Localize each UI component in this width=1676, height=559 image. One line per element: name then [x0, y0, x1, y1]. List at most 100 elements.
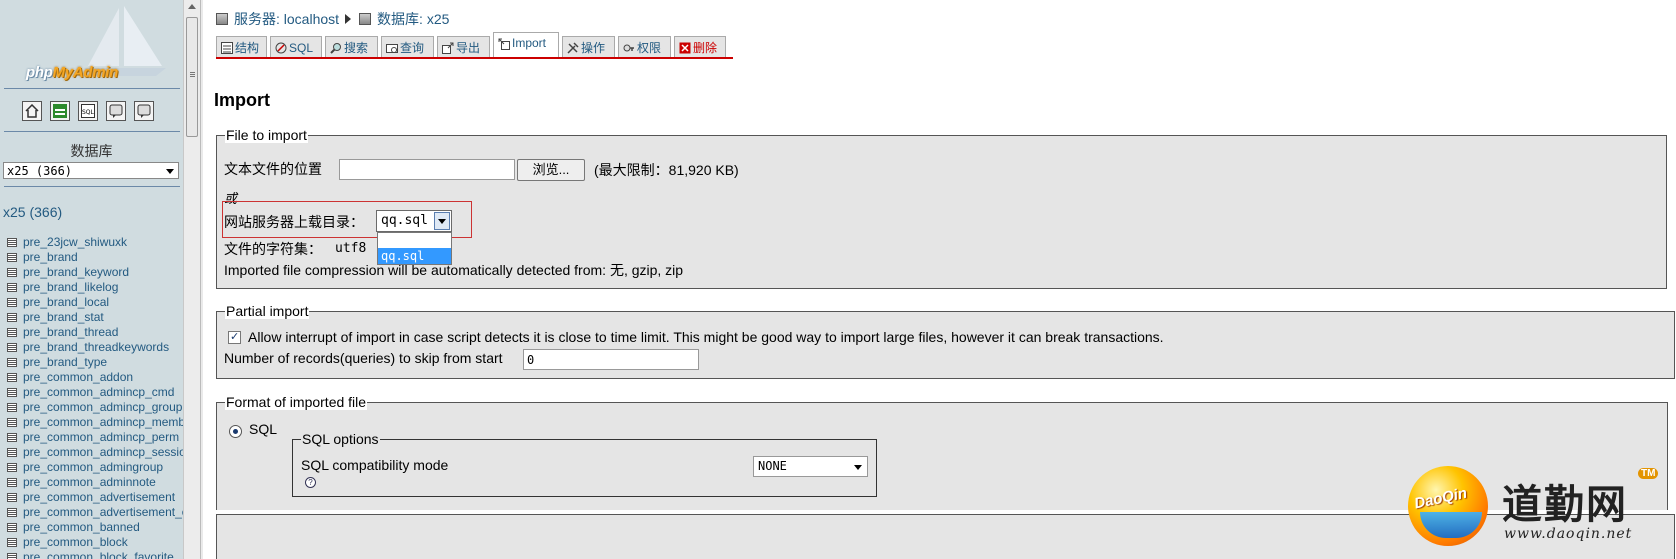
table-list-item[interactable]: pre_common_admincp_member: [7, 415, 183, 430]
sql-format-label: SQL: [249, 421, 278, 437]
charset-select[interactable]: utf8: [335, 241, 366, 256]
table-list-item[interactable]: pre_common_adminnote: [7, 475, 183, 490]
database-icon: [359, 13, 372, 25]
tab-query[interactable]: 查询: [381, 36, 434, 58]
database-name-link[interactable]: x25 (366): [3, 204, 62, 220]
docs-icon[interactable]: [106, 101, 126, 121]
help-icon[interactable]: ?: [305, 477, 316, 488]
daoqin-watermark: DaoQin 道勤网 TM www.daoqin.net: [1400, 456, 1670, 559]
sql-compat-select[interactable]: NONE: [753, 456, 868, 477]
table-list-item[interactable]: pre_common_banned: [7, 520, 183, 535]
sql-icon[interactable]: SQL: [78, 101, 98, 121]
table-icon[interactable]: [7, 388, 17, 397]
table-icon[interactable]: [7, 553, 17, 559]
table-list-item[interactable]: pre_brand: [7, 250, 183, 265]
database-select[interactable]: x25 (366): [3, 162, 179, 179]
table-icon[interactable]: [7, 238, 17, 247]
table-icon[interactable]: [7, 403, 17, 412]
table-list-item[interactable]: pre_brand_stat: [7, 310, 183, 325]
table-icon[interactable]: [7, 493, 17, 502]
import-icon: [498, 38, 510, 50]
search-icon: [330, 43, 341, 54]
svg-text:SQL: SQL: [82, 109, 95, 116]
table-list-item[interactable]: pre_common_admincp_perm: [7, 430, 183, 445]
table-list-item[interactable]: pre_common_addon: [7, 370, 183, 385]
table-list-item[interactable]: pre_brand_thread: [7, 325, 183, 340]
browse-button[interactable]: 浏览...: [517, 159, 585, 181]
upload-dir-select[interactable]: qq.sql: [376, 210, 452, 232]
watermark-url: www.daoqin.net: [1504, 526, 1633, 542]
table-icon[interactable]: [7, 373, 17, 382]
table-icon[interactable]: [7, 508, 17, 517]
tab-import[interactable]: Import: [493, 32, 559, 58]
table-list-item[interactable]: pre_common_block: [7, 535, 183, 550]
tab-export[interactable]: 导出: [437, 36, 490, 58]
table-list-item[interactable]: pre_common_admincp_group: [7, 400, 183, 415]
scroll-up-icon[interactable]: [188, 4, 196, 9]
table-icon[interactable]: [7, 253, 17, 262]
table-list-item[interactable]: pre_common_advertisement: [7, 490, 183, 505]
chevron-down-icon[interactable]: [434, 212, 450, 230]
table-icon[interactable]: [7, 523, 17, 532]
sql-format-radio[interactable]: [229, 425, 242, 438]
table-icon[interactable]: [7, 328, 17, 337]
table-icon[interactable]: [7, 478, 17, 487]
logo-text: phpMyAdmin: [26, 64, 118, 81]
divider: [4, 186, 180, 187]
file-location-label: 文本文件的位置: [224, 161, 322, 177]
tab-privileges[interactable]: 权限: [618, 36, 671, 58]
tab-sql[interactable]: SQL: [270, 36, 322, 58]
table-list-item[interactable]: pre_brand_threadkeywords: [7, 340, 183, 355]
allow-interrupt-checkbox[interactable]: [228, 330, 241, 344]
chevron-down-icon: [854, 465, 862, 470]
tab-structure[interactable]: 结构: [216, 36, 267, 58]
file-to-import-fieldset: File to import 文本文件的位置 浏览... (最大限制：81,92…: [216, 127, 1667, 289]
scrollbar-thumb[interactable]: [186, 17, 198, 137]
skip-records-input[interactable]: [523, 349, 699, 370]
compression-note: Imported file compression will be automa…: [224, 262, 684, 278]
watermark-brand-name: 道勤网: [1502, 481, 1628, 528]
table-list-item[interactable]: pre_brand_likelog: [7, 280, 183, 295]
table-icon[interactable]: [7, 448, 17, 457]
table-icon[interactable]: [7, 343, 17, 352]
file-location-input[interactable]: [339, 159, 515, 180]
server-icon: [216, 13, 228, 25]
query-icon: [386, 44, 398, 53]
breadcrumb-database[interactable]: 数据库: x25: [377, 11, 449, 27]
table-list-item[interactable]: pre_common_admincp_cmd: [7, 385, 183, 400]
table-list-item[interactable]: pre_common_advertisement_custom: [7, 505, 183, 520]
table-list-item[interactable]: pre_brand_keyword: [7, 265, 183, 280]
file-to-import-legend: File to import: [225, 127, 308, 143]
query-window-icon[interactable]: [50, 101, 70, 121]
table-icon[interactable]: [7, 463, 17, 472]
table-list-item[interactable]: pre_brand_local: [7, 295, 183, 310]
frame-separator[interactable]: [200, 0, 203, 559]
table-list-item[interactable]: pre_brand_type: [7, 355, 183, 370]
tab-search[interactable]: 搜索: [325, 36, 378, 58]
table-icon[interactable]: [7, 298, 17, 307]
table-icon[interactable]: [7, 283, 17, 292]
breadcrumb-server[interactable]: 服务器: localhost: [234, 11, 339, 27]
operations-icon: [567, 42, 579, 54]
table-list-item[interactable]: pre_23jcw_shiwuxk: [7, 235, 183, 250]
table-icon[interactable]: [7, 358, 17, 367]
tab-drop[interactable]: 删除: [674, 36, 726, 58]
table-icon[interactable]: [7, 313, 17, 322]
table-list-item[interactable]: pre_common_block_favorite: [7, 550, 183, 559]
home-icon[interactable]: [22, 101, 42, 121]
table-icon[interactable]: [7, 268, 17, 277]
watermark-tm: TM: [1638, 468, 1659, 479]
left-frame-scrollbar[interactable]: [183, 0, 200, 559]
table-list-item[interactable]: pre_common_admingroup: [7, 460, 183, 475]
phpmyadmin-logo[interactable]: phpMyAdmin: [14, 4, 166, 86]
export-icon: [442, 42, 454, 54]
table-list: pre_23jcw_shiwuxk pre_brand pre_brand_keyw…: [7, 235, 183, 559]
table-icon[interactable]: [7, 433, 17, 442]
help-icon[interactable]: [134, 101, 154, 121]
separator-arrow-icon: [345, 14, 352, 24]
upload-dir-label: 网站服务器上载目录：: [224, 214, 364, 230]
table-icon[interactable]: [7, 538, 17, 547]
table-list-item[interactable]: pre_common_admincp_session: [7, 445, 183, 460]
tab-operations[interactable]: 操作: [562, 36, 615, 58]
table-icon[interactable]: [7, 418, 17, 427]
